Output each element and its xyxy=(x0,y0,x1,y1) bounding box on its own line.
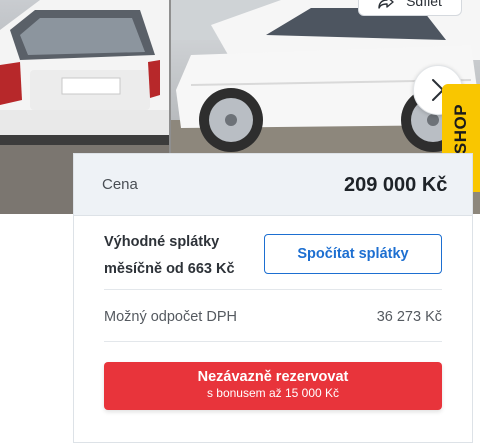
share-icon xyxy=(378,0,394,9)
reserve-subtitle: s bonusem až 15 000 Kč xyxy=(206,386,340,400)
price-panel: Cena 209 000 Kč Výhodné splátky měsíčně … xyxy=(73,153,473,443)
divider xyxy=(104,289,442,290)
reserve-title: Nezávazně rezervovat xyxy=(197,369,349,385)
calculate-installments-button[interactable]: Spočítat splátky xyxy=(264,234,442,274)
share-label: Sdílet xyxy=(406,0,442,9)
price-label: Cena xyxy=(102,176,138,193)
vat-deduction-label: Možný odpočet DPH xyxy=(104,309,237,325)
installments-text: Výhodné splátky měsíčně od 663 Kč xyxy=(104,234,235,277)
reserve-button[interactable]: Nezávazně rezervovat s bonusem až 15 000… xyxy=(104,362,442,410)
price-value: 209 000 Kč xyxy=(344,174,448,196)
vat-deduction-value: 36 273 Kč xyxy=(376,309,442,325)
divider xyxy=(104,341,442,342)
price-row: Cena 209 000 Kč xyxy=(74,154,472,216)
share-button[interactable]: Sdílet xyxy=(358,0,462,16)
